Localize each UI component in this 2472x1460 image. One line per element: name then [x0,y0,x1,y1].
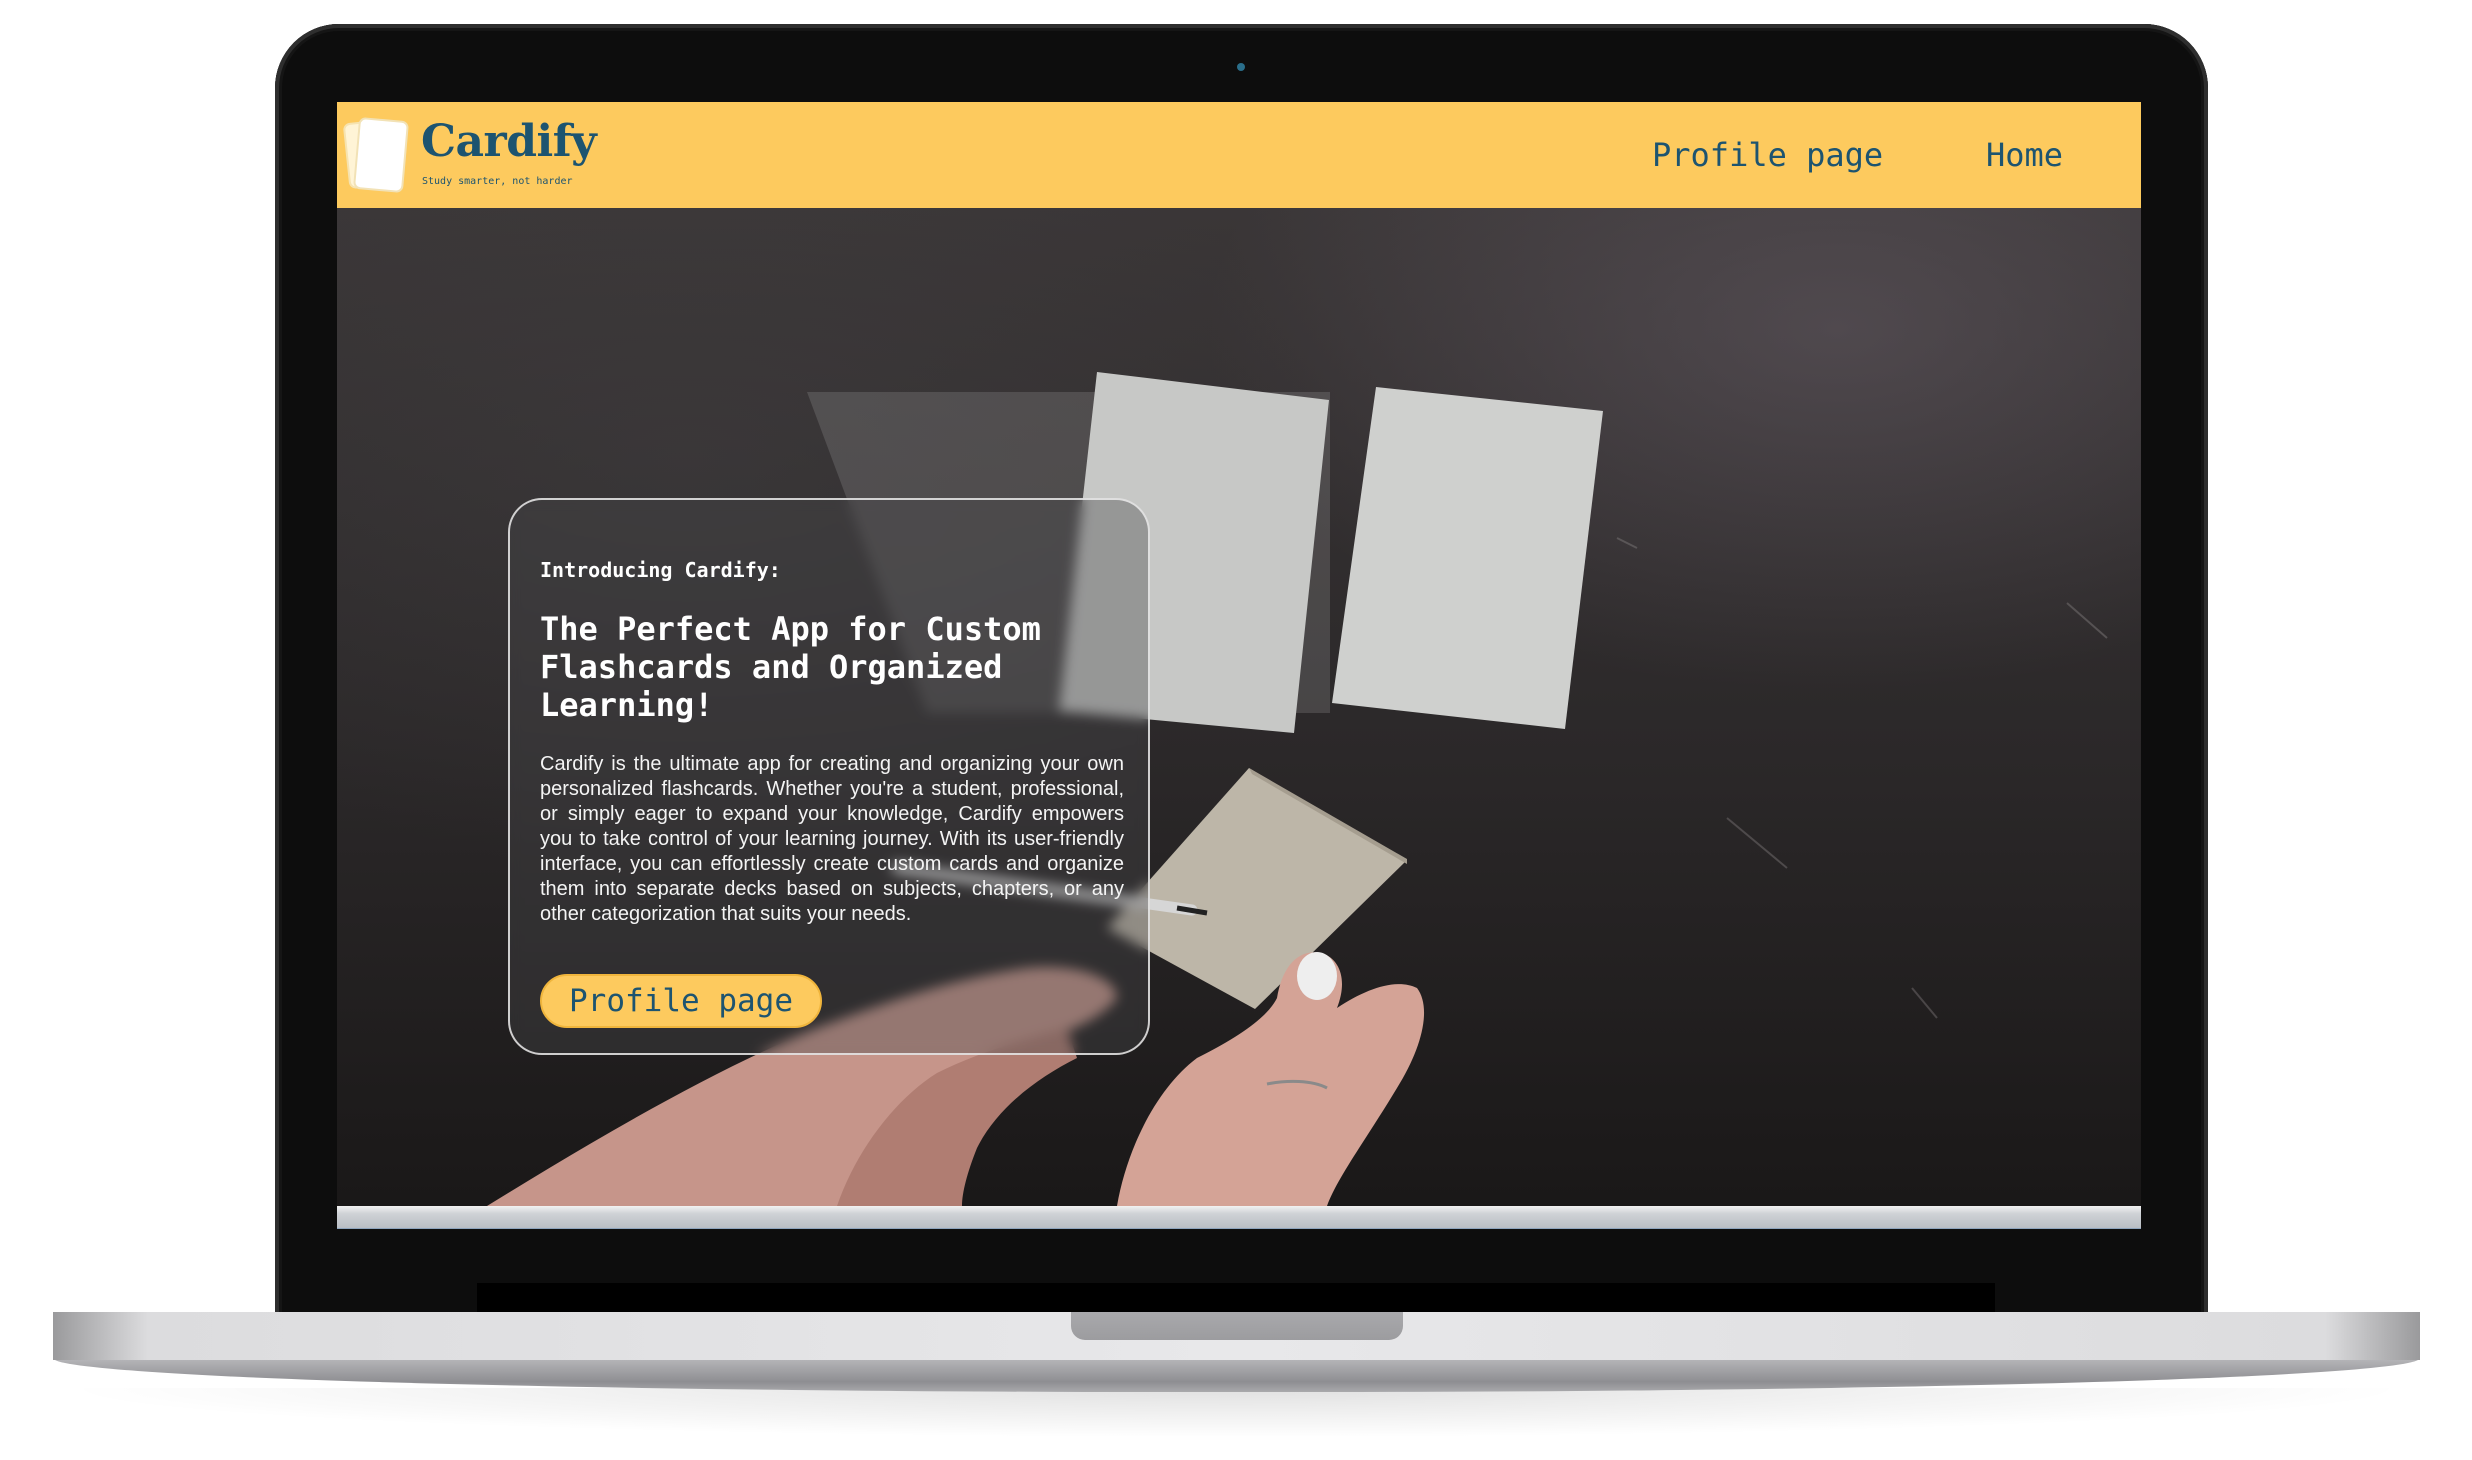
brand-name[interactable]: Cardify [421,116,597,167]
nav-link-home[interactable]: Home [1986,136,2063,174]
webcam-icon [1237,63,1245,71]
cards-logo-icon[interactable] [343,110,413,200]
navbar: Cardify Study smarter, not harder Profil… [337,102,2141,208]
brand-tagline: Study smarter, not harder [422,176,573,187]
card-title: The Perfect App for Custom Flashcards an… [540,610,1041,724]
intro-card: Introducing Cardify: The Perfect App for… [508,498,1150,1055]
card-description: Cardify is the ultimate app for creating… [540,753,1124,925]
hero-section: Introducing Cardify: The Perfect App for… [337,208,2141,1206]
card-eyebrow: Introducing Cardify: [540,558,781,582]
scrollbar-strip[interactable] [337,1206,2141,1229]
laptop-notch [1071,1312,1403,1340]
laptop-shadow [53,1388,2420,1438]
laptop-base-bottom [53,1358,2420,1392]
profile-page-button[interactable]: Profile page [540,974,822,1028]
nav-link-profile-page[interactable]: Profile page [1652,136,1883,174]
screen: Cardify Study smarter, not harder Profil… [337,102,2141,1229]
laptop-hinge [477,1283,1995,1313]
